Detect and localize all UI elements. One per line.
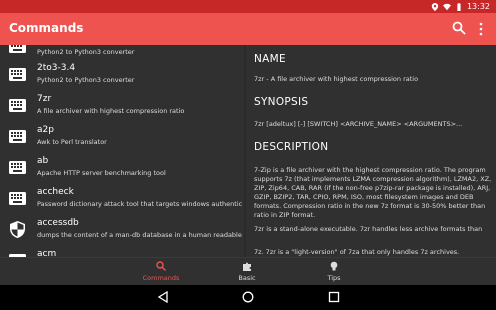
keyboard-icon — [9, 45, 26, 53]
section-heading-name: NAME — [254, 53, 286, 65]
search-icon — [156, 261, 166, 271]
name-text: 7zr - A file archiver with highest compr… — [254, 75, 419, 83]
description-paragraph-3: 7z. 7zr is a "light-version" of 7za that… — [254, 248, 460, 256]
lightbulb-icon — [330, 261, 338, 271]
command-description: Password dictionary attack tool that tar… — [37, 200, 242, 208]
keyboard-icon — [9, 192, 26, 205]
wifi-icon — [442, 3, 451, 10]
command-description: dumps the content of a man-db database i… — [37, 231, 242, 239]
keyboard-icon — [9, 68, 26, 81]
bottom-navigation: Commands Basic Tips — [0, 257, 496, 285]
status-icons: 13:32 — [431, 0, 490, 13]
command-description: Awk to Perl translator — [37, 138, 107, 146]
list-item[interactable]: acm — [0, 246, 244, 257]
description-paragraph-2: 7zr is a stand-alone executable. 7zr han… — [254, 225, 483, 233]
tab-label: Commands — [142, 274, 180, 282]
command-description: Python2 to Python3 converter — [37, 48, 135, 56]
list-item[interactable]: 7zr A file archiver with highest compres… — [0, 91, 244, 122]
section-heading-synopsis: SYNOPSIS — [254, 96, 309, 108]
keyboard-icon — [9, 161, 26, 174]
command-name: accessdb — [37, 218, 79, 228]
synopsis-text: 7zr [adeltux] [-] [SWITCH] <ARCHIVE_NAME… — [254, 120, 463, 128]
section-heading-description: DESCRIPTION — [254, 141, 329, 153]
app-bar: Commands — [0, 13, 496, 45]
tab-label: Basic — [238, 274, 256, 282]
command-description: Apache HTTP server benchmarking tool — [37, 169, 166, 177]
list-item[interactable]: accheck Password dictionary attack tool … — [0, 184, 244, 215]
page-title: Commands — [9, 21, 84, 35]
command-name: ab — [37, 156, 49, 166]
list-item[interactable]: accessdb dumps the content of a man-db d… — [0, 215, 244, 246]
tab-commands[interactable]: Commands — [121, 258, 201, 286]
command-name: 2to3-3.4 — [37, 63, 76, 73]
command-name: acm — [37, 249, 57, 257]
command-name: accheck — [37, 187, 74, 197]
keyboard-icon — [9, 99, 26, 112]
tab-basic[interactable]: Basic — [207, 258, 287, 286]
shield-icon — [10, 221, 25, 238]
tab-label: Tips — [327, 274, 341, 282]
list-item[interactable]: 2to3-3.4 Python2 to Python3 converter — [0, 60, 244, 91]
list-item[interactable]: a2p Awk to Perl translator — [0, 122, 244, 153]
recents-icon[interactable] — [328, 291, 340, 303]
keyboard-icon — [9, 130, 26, 143]
puzzle-icon — [243, 262, 251, 271]
tab-tips[interactable]: Tips — [294, 258, 374, 286]
command-name: 7zr — [37, 94, 52, 104]
system-navigation-bar — [0, 285, 496, 310]
description-text: 7-Zip is a file archiver with the highes… — [254, 166, 492, 219]
clock: 13:32 — [466, 2, 490, 11]
search-icon[interactable] — [452, 21, 466, 35]
command-name: a2p — [37, 125, 54, 135]
command-description: Python2 to Python3 converter — [37, 76, 135, 84]
status-bar: 13:32 — [0, 0, 496, 13]
command-list[interactable]: Python2 to Python3 converter 2to3-3.4 Py… — [0, 45, 244, 257]
list-item[interactable]: ab Apache HTTP server benchmarking tool — [0, 153, 244, 184]
more-options-icon[interactable] — [478, 22, 484, 36]
battery-icon — [457, 2, 461, 11]
location-icon — [431, 2, 439, 11]
command-description: A file archiver with highest compression… — [37, 107, 185, 115]
back-icon[interactable] — [157, 291, 169, 303]
man-page-detail[interactable]: NAME 7zr - A file archiver with highest … — [246, 45, 496, 257]
home-icon[interactable] — [242, 291, 254, 303]
